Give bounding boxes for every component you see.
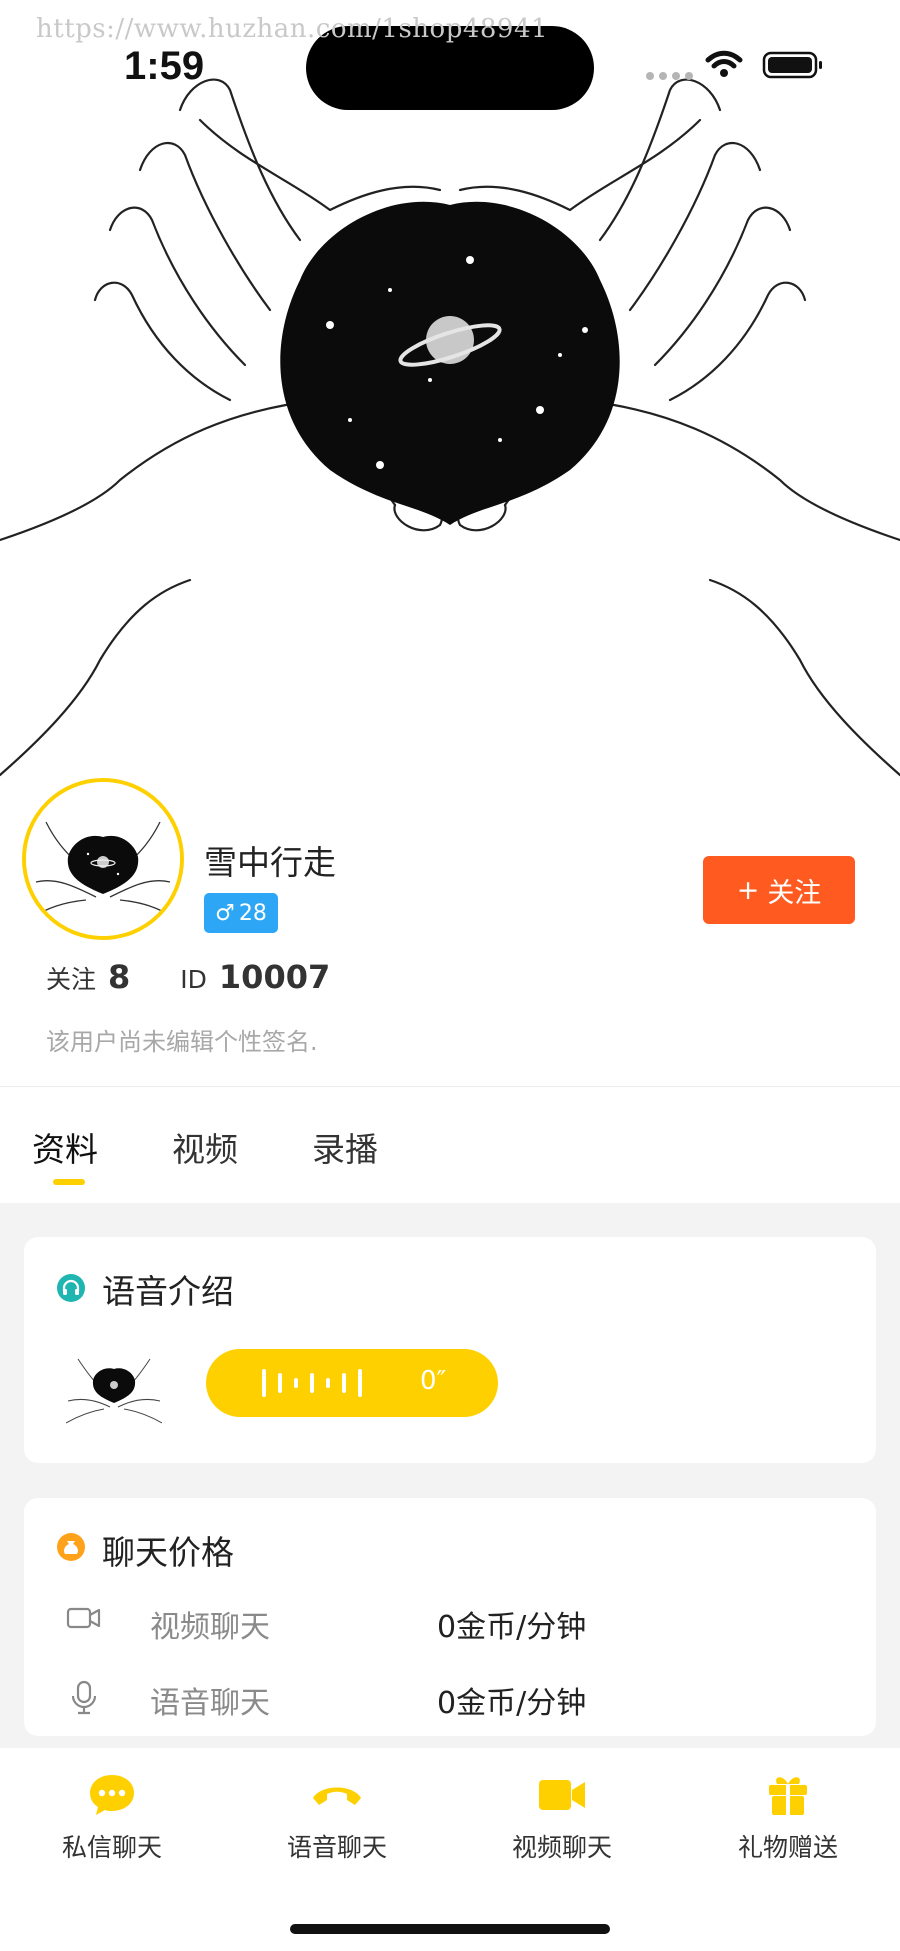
gift-label: 礼物赠送 xyxy=(737,1833,838,1862)
gift-icon xyxy=(769,1777,807,1815)
active-tab-indicator xyxy=(53,1179,85,1185)
username: 雪中行走 xyxy=(204,843,336,882)
age-value: 28 xyxy=(238,900,267,926)
voice-intro-title: 语音介绍 xyxy=(102,1272,234,1311)
profile-tabs: 资料 视频 录播 xyxy=(0,1087,900,1203)
private-chat-button[interactable]: 私信聊天 xyxy=(32,1772,192,1864)
chat-bubble-icon xyxy=(90,1775,134,1815)
price-value-video: 0金币/分钟 xyxy=(437,1610,587,1645)
price-row-voice: 语音聊天 0金币/分钟 xyxy=(24,1668,876,1728)
price-row-video: 视频聊天 0金币/分钟 xyxy=(24,1592,876,1652)
phone-icon xyxy=(313,1787,361,1805)
money-bag-icon xyxy=(57,1533,85,1561)
cover-image xyxy=(0,0,900,805)
signal-dots-icon xyxy=(646,72,693,80)
headphone-icon xyxy=(57,1274,85,1302)
male-icon: ♂ xyxy=(215,900,235,926)
user-id-value: 10007 xyxy=(218,958,331,996)
voice-intro-thumbnail xyxy=(66,1339,162,1425)
wifi-icon xyxy=(705,50,743,77)
price-label-video: 视频聊天 xyxy=(150,1610,270,1645)
follow-count-value: 8 xyxy=(108,958,131,996)
battery-icon xyxy=(762,51,822,79)
plus-icon: + xyxy=(736,874,760,906)
private-chat-label: 私信聊天 xyxy=(61,1833,162,1862)
voice-chat-button[interactable]: 语音聊天 xyxy=(257,1772,417,1864)
voice-duration: 0″ xyxy=(420,1366,447,1396)
watermark-text: https://www.huzhan.com/1shop48941 xyxy=(36,14,549,44)
gender-age-badge: ♂ 28 xyxy=(204,893,278,933)
profile-stats: 关注 8 ID 10007 xyxy=(46,958,330,996)
video-camera-icon xyxy=(66,1607,101,1629)
voice-chat-label: 语音聊天 xyxy=(286,1833,387,1862)
gift-button[interactable]: 礼物赠送 xyxy=(708,1772,868,1864)
tab-recordings[interactable]: 录播 xyxy=(312,1123,378,1171)
voice-play-button[interactable]: 0″ xyxy=(206,1349,498,1417)
user-id-label: ID xyxy=(180,965,207,994)
chat-price-title: 聊天价格 xyxy=(102,1533,234,1572)
bottom-action-bar: 私信聊天 语音聊天 视频聊天 礼物赠送 xyxy=(0,1748,900,1951)
avatar[interactable] xyxy=(22,778,184,940)
follow-button[interactable]: + 关注 xyxy=(703,856,855,924)
video-icon xyxy=(539,1780,585,1810)
audio-waveform-icon xyxy=(262,1369,362,1397)
chat-price-card: 聊天价格 视频聊天 0金币/分钟 语音聊天 0金币/分钟 xyxy=(24,1498,876,1736)
tab-videos[interactable]: 视频 xyxy=(172,1123,238,1171)
home-indicator xyxy=(290,1924,610,1934)
microphone-icon xyxy=(71,1680,97,1715)
signature-text: 该用户尚未编辑个性签名. xyxy=(46,1028,318,1056)
status-time: 1:59 xyxy=(124,44,205,88)
voice-intro-card: 语音介绍 0″ xyxy=(24,1237,876,1463)
price-value-voice: 0金币/分钟 xyxy=(437,1686,587,1721)
follow-count-label: 关注 xyxy=(46,965,97,994)
tab-profile-info[interactable]: 资料 xyxy=(32,1123,98,1171)
follow-button-label: 关注 xyxy=(767,877,822,909)
price-label-voice: 语音聊天 xyxy=(150,1686,270,1721)
video-chat-button[interactable]: 视频聊天 xyxy=(482,1772,642,1864)
video-chat-label: 视频聊天 xyxy=(511,1833,612,1862)
